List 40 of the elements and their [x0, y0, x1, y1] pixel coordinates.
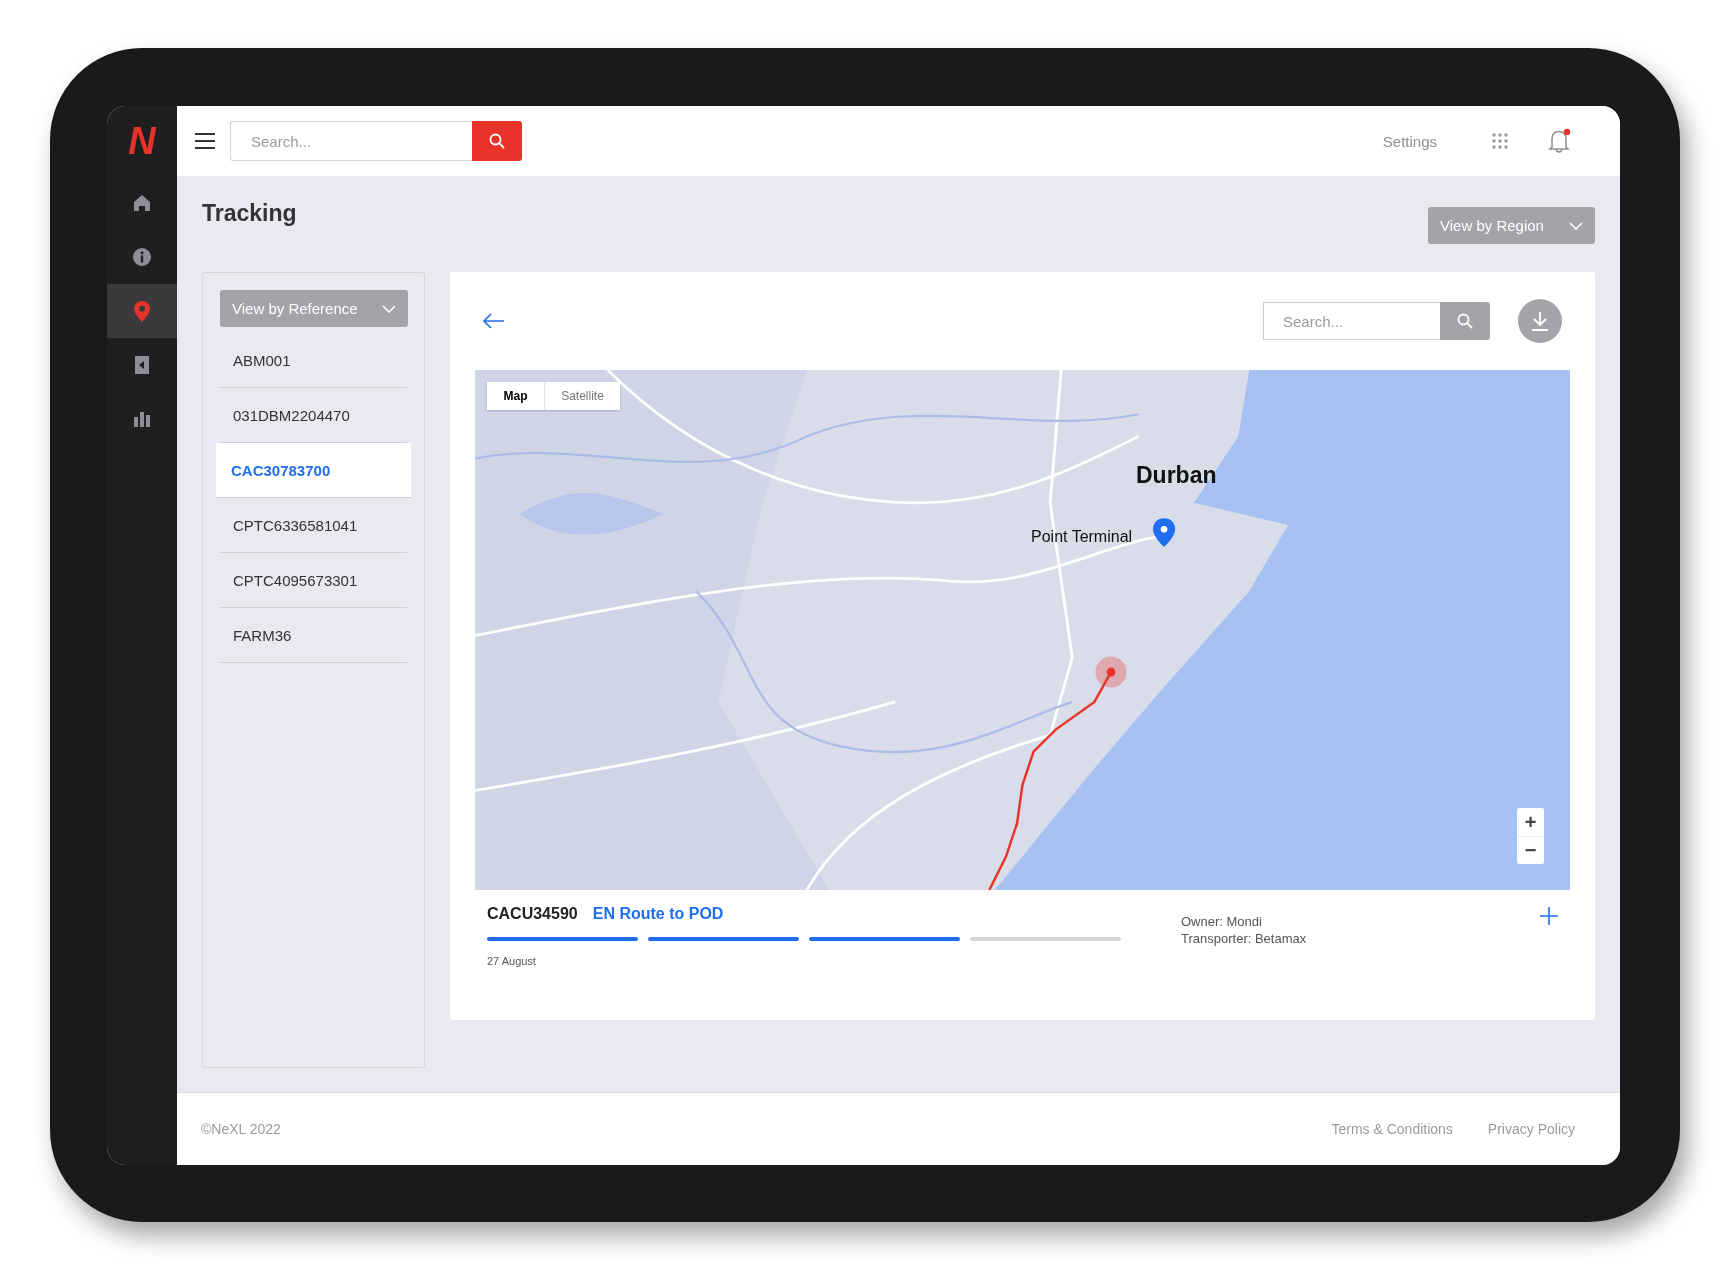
- zoom-in-button[interactable]: +: [1517, 808, 1544, 836]
- search-icon: [489, 133, 505, 149]
- owner-text: Owner: Mondi: [1181, 913, 1263, 930]
- reference-item[interactable]: CPTC6336581041: [220, 498, 407, 553]
- bar-chart-icon: [134, 411, 150, 427]
- shipment-status: EN Route to POD: [592, 905, 724, 923]
- home-icon: [133, 194, 151, 212]
- container-number: CACU34590: [487, 905, 578, 923]
- search-button[interactable]: [1440, 302, 1490, 340]
- back-arrow-icon[interactable]: [483, 313, 505, 329]
- map-type-tab[interactable]: Map: [487, 382, 544, 410]
- download-icon: [1531, 311, 1549, 331]
- location-pin-icon: [134, 300, 150, 322]
- sidebar-item[interactable]: [107, 284, 177, 338]
- page-title: Tracking: [202, 200, 297, 227]
- search-icon: [1457, 313, 1473, 329]
- copyright-text: ©NeXL 2022: [201, 1121, 281, 1137]
- info-icon: [133, 248, 151, 266]
- logo: N: [127, 118, 158, 164]
- bell-icon[interactable]: [1548, 128, 1572, 154]
- shipment-date: 27 August: [487, 955, 537, 967]
- reference-item[interactable]: FARM36: [220, 608, 407, 663]
- collapse-icon: [135, 356, 149, 374]
- download-button[interactable]: [1518, 299, 1562, 343]
- reference-item[interactable]: CPTC4095673301: [220, 553, 407, 608]
- chevron-down-icon: [382, 304, 396, 313]
- map-label: Durban: [1136, 462, 1217, 489]
- expand-button[interactable]: [1540, 907, 1558, 925]
- transporter-text: Transporter: Betamax: [1181, 930, 1307, 947]
- menu-icon[interactable]: [195, 133, 215, 149]
- reference-item[interactable]: ABM001: [220, 333, 407, 388]
- map-label: Point Terminal: [1031, 528, 1133, 546]
- reference-item[interactable]: CAC30783700: [216, 443, 411, 498]
- map-type-tab[interactable]: Satellite: [544, 382, 620, 410]
- map[interactable]: Map Satellite Durban Point Terminal + −: [475, 370, 1570, 890]
- chevron-down-icon: [1569, 221, 1583, 230]
- search-button[interactable]: [472, 121, 522, 161]
- zoom-out-button[interactable]: −: [1517, 836, 1544, 864]
- apps-grid-icon[interactable]: [1492, 133, 1508, 149]
- plus-icon: [1540, 907, 1558, 925]
